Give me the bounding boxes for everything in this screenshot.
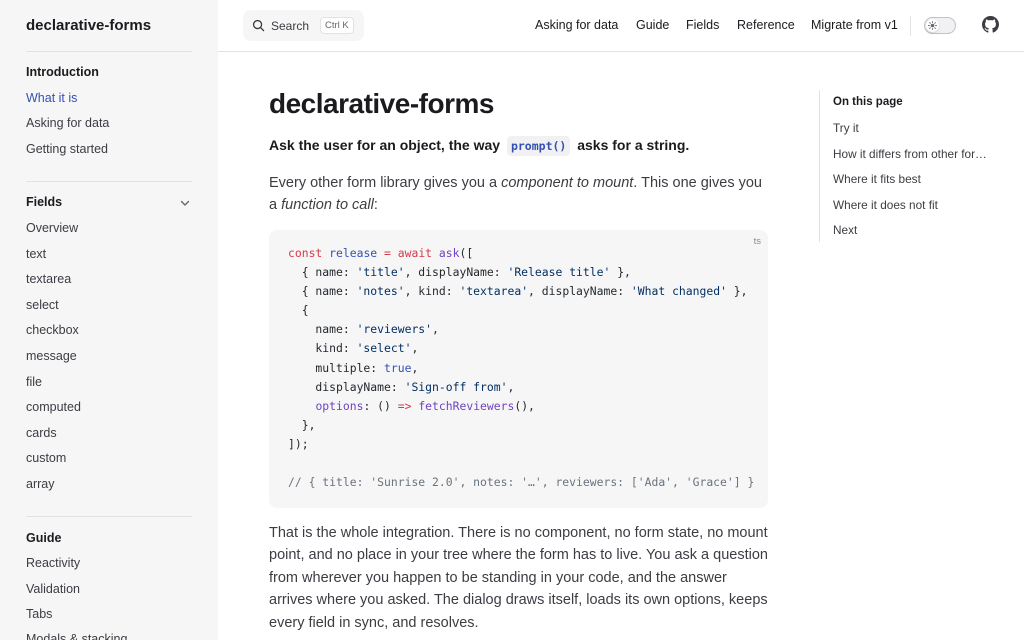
nav-fields[interactable]: Fields: [686, 18, 719, 32]
search-label: Search: [271, 19, 310, 33]
intro-text: Every other form library gives you a: [269, 175, 498, 191]
sidebar-item-validation[interactable]: Validation: [26, 582, 80, 596]
body-paragraph: That is the whole integration. There is …: [269, 525, 768, 631]
sidebar-divider: [26, 181, 192, 182]
page-title: declarative-forms: [269, 88, 494, 119]
sidebar-item-file[interactable]: file: [26, 375, 42, 389]
search-icon: [252, 19, 265, 32]
toc-title: On this page: [833, 96, 903, 108]
intro-emphasis: function to call: [281, 197, 374, 214]
code-block[interactable]: ts const release = await ask([ { name: '…: [269, 230, 768, 508]
toc-item-where-it-fits-best[interactable]: Where it fits best: [833, 172, 993, 186]
appearance-toggle[interactable]: [924, 17, 956, 34]
toggle-knob: [926, 19, 939, 32]
intro-text: :: [373, 197, 378, 214]
intro-emphasis: component to mount: [501, 175, 634, 191]
nav-asking-for-data[interactable]: Asking for data: [535, 18, 618, 32]
nav-migrate-from-v1[interactable]: Migrate from v1: [811, 18, 898, 32]
toc-rail: [819, 90, 820, 242]
sidebar-item-checkbox[interactable]: checkbox: [26, 323, 79, 337]
sidebar-item-reactivity[interactable]: Reactivity: [26, 556, 80, 570]
sidebar-item-what-it-is[interactable]: What it is: [26, 91, 77, 105]
toc-item-try-it[interactable]: Try it: [833, 121, 993, 135]
sidebar-divider: [26, 516, 192, 517]
code-language-label: ts: [753, 236, 761, 247]
site-brand[interactable]: declarative-forms: [26, 17, 151, 34]
sidebar-item-asking-for-data[interactable]: Asking for data: [26, 116, 109, 130]
search-shortcut: Ctrl K: [320, 17, 354, 34]
nav-divider: [910, 16, 911, 36]
inline-code: prompt(): [506, 136, 571, 156]
sidebar-item-overview[interactable]: Overview: [26, 221, 78, 235]
toc-item-how-it-differs[interactable]: How it differs from other form libraries: [833, 147, 993, 161]
sidebar-item-message[interactable]: message: [26, 349, 77, 363]
nav-reference[interactable]: Reference: [737, 18, 795, 32]
sidebar-item-select[interactable]: select: [26, 298, 59, 312]
sidebar-item-cards[interactable]: cards: [26, 426, 57, 440]
sidebar-item-getting-started[interactable]: Getting started: [26, 142, 108, 156]
sidebar-item-tabs[interactable]: Tabs: [26, 607, 52, 621]
sidebar: declarative-forms Introduction What it i…: [0, 0, 218, 640]
sun-icon: [928, 21, 937, 30]
toc-item-next[interactable]: Next: [833, 223, 993, 237]
nav-guide[interactable]: Guide: [636, 18, 669, 32]
sidebar-item-text[interactable]: text: [26, 247, 46, 261]
sidebar-item-modals-stacking[interactable]: Modals & stacking: [26, 632, 127, 640]
sidebar-heading-guide: Guide: [26, 531, 62, 545]
sidebar-heading-introduction: Introduction: [26, 65, 99, 79]
sidebar-divider: [26, 51, 192, 52]
lead-text: Ask the user for an object, the way: [269, 137, 501, 153]
toc-item-where-it-does-not-fit[interactable]: Where it does not fit: [833, 198, 993, 212]
code-content: const release = await ask([ { name: 'tit…: [288, 246, 755, 490]
search-button[interactable]: Search Ctrl K: [243, 10, 364, 41]
lead-text: asks for a string.: [577, 137, 690, 153]
github-icon[interactable]: [982, 16, 999, 33]
intro-paragraph: Every other form library gives you a com…: [269, 172, 774, 217]
sidebar-item-custom[interactable]: custom: [26, 451, 66, 465]
top-nav: Search Ctrl K Asking for data Guide Fiel…: [218, 0, 1024, 52]
sidebar-item-computed[interactable]: computed: [26, 400, 81, 414]
sidebar-item-array[interactable]: array: [26, 477, 54, 491]
sidebar-heading-fields[interactable]: Fields: [26, 195, 62, 209]
sidebar-item-textarea[interactable]: textarea: [26, 272, 71, 286]
chevron-down-icon[interactable]: [178, 196, 192, 210]
lead-paragraph: Ask the user for an object, the way prom…: [269, 136, 690, 156]
